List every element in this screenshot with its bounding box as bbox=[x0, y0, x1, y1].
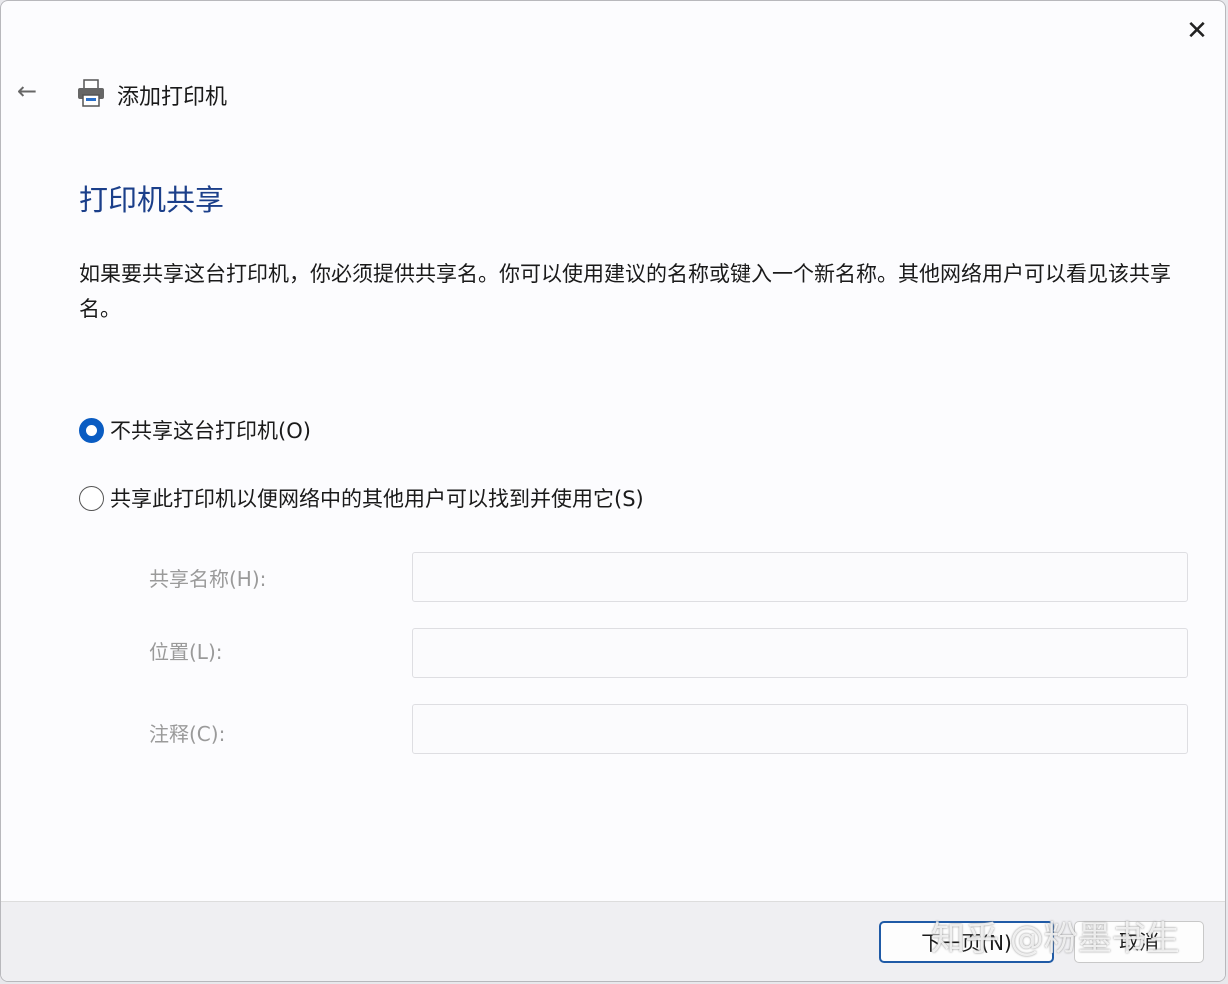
cancel-button[interactable]: 取消 bbox=[1074, 921, 1204, 963]
comment-label: 注释(C): bbox=[149, 718, 225, 747]
page-description: 如果要共享这台打印机，你必须提供共享名。你可以使用建议的名称或键入一个新名称。其… bbox=[79, 257, 1189, 327]
radio-no-share[interactable]: 不共享这台打印机(O) bbox=[79, 415, 311, 445]
location-label: 位置(L): bbox=[149, 636, 223, 665]
page-heading: 打印机共享 bbox=[79, 177, 224, 219]
radio-share[interactable]: 共享此打印机以便网络中的其他用户可以找到并使用它(S) bbox=[79, 483, 644, 513]
add-printer-dialog: ✕ ← 添加打印机 打印机共享 如果要共享这台打印机，你必须提供共享名。你可以使… bbox=[0, 0, 1226, 982]
radio-label: 共享此打印机以便网络中的其他用户可以找到并使用它(S) bbox=[110, 483, 644, 513]
back-arrow-icon[interactable]: ← bbox=[17, 77, 37, 105]
radio-unselected-icon bbox=[79, 486, 104, 511]
location-input[interactable] bbox=[412, 628, 1188, 678]
radio-selected-icon bbox=[79, 418, 104, 443]
close-button[interactable]: ✕ bbox=[1181, 15, 1213, 47]
printer-icon bbox=[75, 77, 107, 109]
share-name-label: 共享名称(H): bbox=[149, 563, 266, 592]
radio-label: 不共享这台打印机(O) bbox=[110, 415, 311, 445]
comment-input[interactable] bbox=[412, 704, 1188, 754]
window-title: 添加打印机 bbox=[117, 79, 227, 111]
next-button[interactable]: 下一页(N) bbox=[879, 921, 1054, 963]
share-name-input[interactable] bbox=[412, 552, 1188, 602]
